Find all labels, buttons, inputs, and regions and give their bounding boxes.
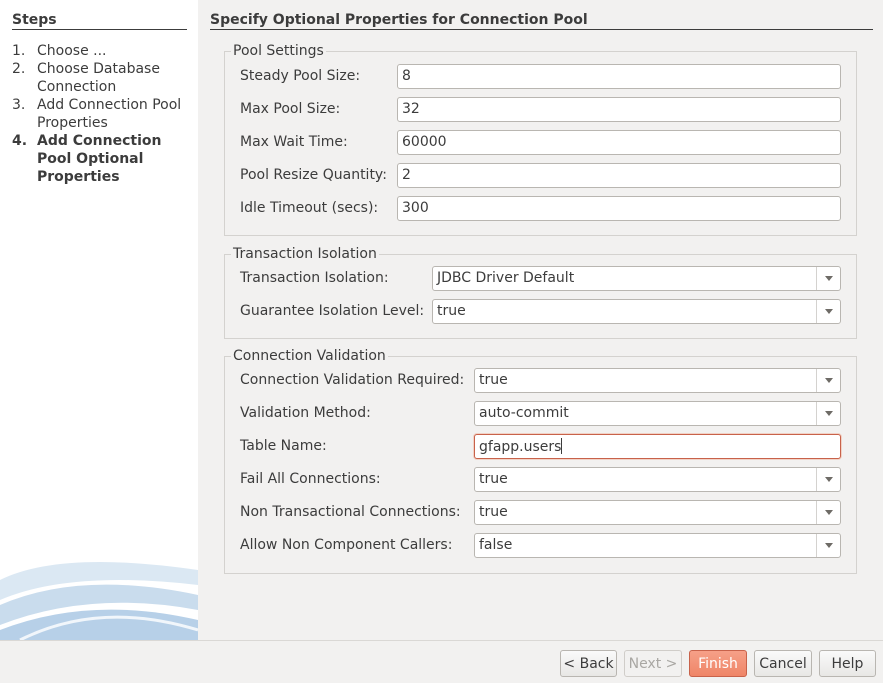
table-name-label: Table Name: [240, 438, 327, 454]
help-button[interactable]: Help [819, 650, 876, 677]
table-name-value: gfapp.users [479, 439, 562, 455]
non-transactional-label: Non Transactional Connections: [240, 504, 461, 520]
select-value: true [479, 504, 508, 520]
next-button[interactable]: Next > [624, 650, 682, 677]
resize-label: Pool Resize Quantity: [240, 167, 387, 183]
connection-validation-title: Connection Validation [231, 348, 388, 364]
idle-row: Idle Timeout (secs): 300 [225, 196, 856, 222]
finish-button[interactable]: Finish [689, 650, 747, 677]
table-name-row: Table Name: gfapp.users [225, 434, 856, 460]
max-pool-label: Max Pool Size: [240, 101, 341, 117]
non-transactional-select[interactable]: true [474, 500, 841, 525]
non-transactional-row: Non Transactional Connections: true [225, 500, 856, 526]
page-title: Specify Optional Properties for Connecti… [210, 12, 873, 30]
step-label: Choose Database Connection [37, 61, 160, 95]
validation-required-select[interactable]: true [474, 368, 841, 393]
select-value: true [437, 303, 466, 319]
steps-list: 1. Choose ... 2. Choose Database Connect… [12, 42, 192, 186]
step-item: 1. Choose ... [12, 42, 192, 60]
steps-panel: Steps 1. Choose ... 2. Choose Database C… [0, 0, 198, 640]
wizard-decoration-image [0, 562, 198, 640]
guarantee-row: Guarantee Isolation Level: true [225, 299, 856, 325]
select-value: true [479, 372, 508, 388]
fail-all-row: Fail All Connections: true [225, 467, 856, 493]
validation-method-label: Validation Method: [240, 405, 371, 421]
step-item: 3. Add Connection Pool Properties [12, 96, 192, 132]
text-cursor [561, 438, 563, 454]
select-value: auto-commit [479, 405, 569, 421]
max-wait-row: Max Wait Time: 60000 [225, 130, 856, 156]
step-number: 2. [12, 61, 26, 77]
table-name-input[interactable]: gfapp.users [474, 434, 841, 459]
transaction-isolation-group: Transaction Isolation Transaction Isolat… [224, 246, 857, 339]
validation-method-row: Validation Method: auto-commit [225, 401, 856, 427]
steps-title: Steps [12, 12, 187, 30]
resize-row: Pool Resize Quantity: 2 [225, 163, 856, 189]
cancel-button[interactable]: Cancel [754, 650, 812, 677]
max-pool-row: Max Pool Size: 32 [225, 97, 856, 123]
step-number: 4. [12, 133, 28, 149]
back-button[interactable]: < Back [560, 650, 617, 677]
max-wait-time-input[interactable]: 60000 [397, 130, 841, 155]
idle-timeout-input[interactable]: 300 [397, 196, 841, 221]
chevron-down-icon[interactable] [816, 300, 840, 323]
steady-pool-size-input[interactable]: 8 [397, 64, 841, 89]
step-item: 2. Choose Database Connection [12, 60, 192, 96]
select-value: false [479, 537, 513, 553]
step-label: Add Connection Pool Optional Properties [37, 133, 162, 185]
step-label: Add Connection Pool Properties [37, 97, 182, 131]
validation-method-select[interactable]: auto-commit [474, 401, 841, 426]
non-component-callers-select[interactable]: false [474, 533, 841, 558]
pool-resize-quantity-input[interactable]: 2 [397, 163, 841, 188]
guarantee-label: Guarantee Isolation Level: [240, 303, 425, 319]
chevron-down-icon[interactable] [816, 534, 840, 557]
pool-settings-group: Pool Settings Steady Pool Size: 8 Max Po… [224, 43, 857, 236]
select-value: JDBC Driver Default [437, 270, 575, 286]
pool-settings-title: Pool Settings [231, 43, 326, 59]
fail-all-connections-select[interactable]: true [474, 467, 841, 492]
validation-required-row: Connection Validation Required: true [225, 368, 856, 394]
button-bar [0, 640, 883, 683]
chevron-down-icon[interactable] [816, 267, 840, 290]
select-value: true [479, 471, 508, 487]
transaction-isolation-title: Transaction Isolation [231, 246, 379, 262]
step-number: 3. [12, 97, 26, 113]
transaction-isolation-select[interactable]: JDBC Driver Default [432, 266, 841, 291]
non-component-label: Allow Non Component Callers: [240, 537, 453, 553]
chevron-down-icon[interactable] [816, 402, 840, 425]
max-pool-size-input[interactable]: 32 [397, 97, 841, 122]
step-number: 1. [12, 43, 26, 59]
idle-label: Idle Timeout (secs): [240, 200, 379, 216]
step-label: Choose ... [37, 43, 107, 59]
max-wait-label: Max Wait Time: [240, 134, 348, 150]
non-component-row: Allow Non Component Callers: false [225, 533, 856, 559]
isolation-row: Transaction Isolation: JDBC Driver Defau… [225, 266, 856, 292]
steady-pool-label: Steady Pool Size: [240, 68, 361, 84]
chevron-down-icon[interactable] [816, 369, 840, 392]
step-item-active: 4. Add Connection Pool Optional Properti… [12, 132, 192, 186]
isolation-label: Transaction Isolation: [240, 270, 389, 286]
fail-all-label: Fail All Connections: [240, 471, 381, 487]
chevron-down-icon[interactable] [816, 501, 840, 524]
validation-required-label: Connection Validation Required: [240, 372, 465, 388]
connection-validation-group: Connection Validation Connection Validat… [224, 348, 857, 574]
chevron-down-icon[interactable] [816, 468, 840, 491]
steady-pool-row: Steady Pool Size: 8 [225, 64, 856, 90]
guarantee-isolation-select[interactable]: true [432, 299, 841, 324]
